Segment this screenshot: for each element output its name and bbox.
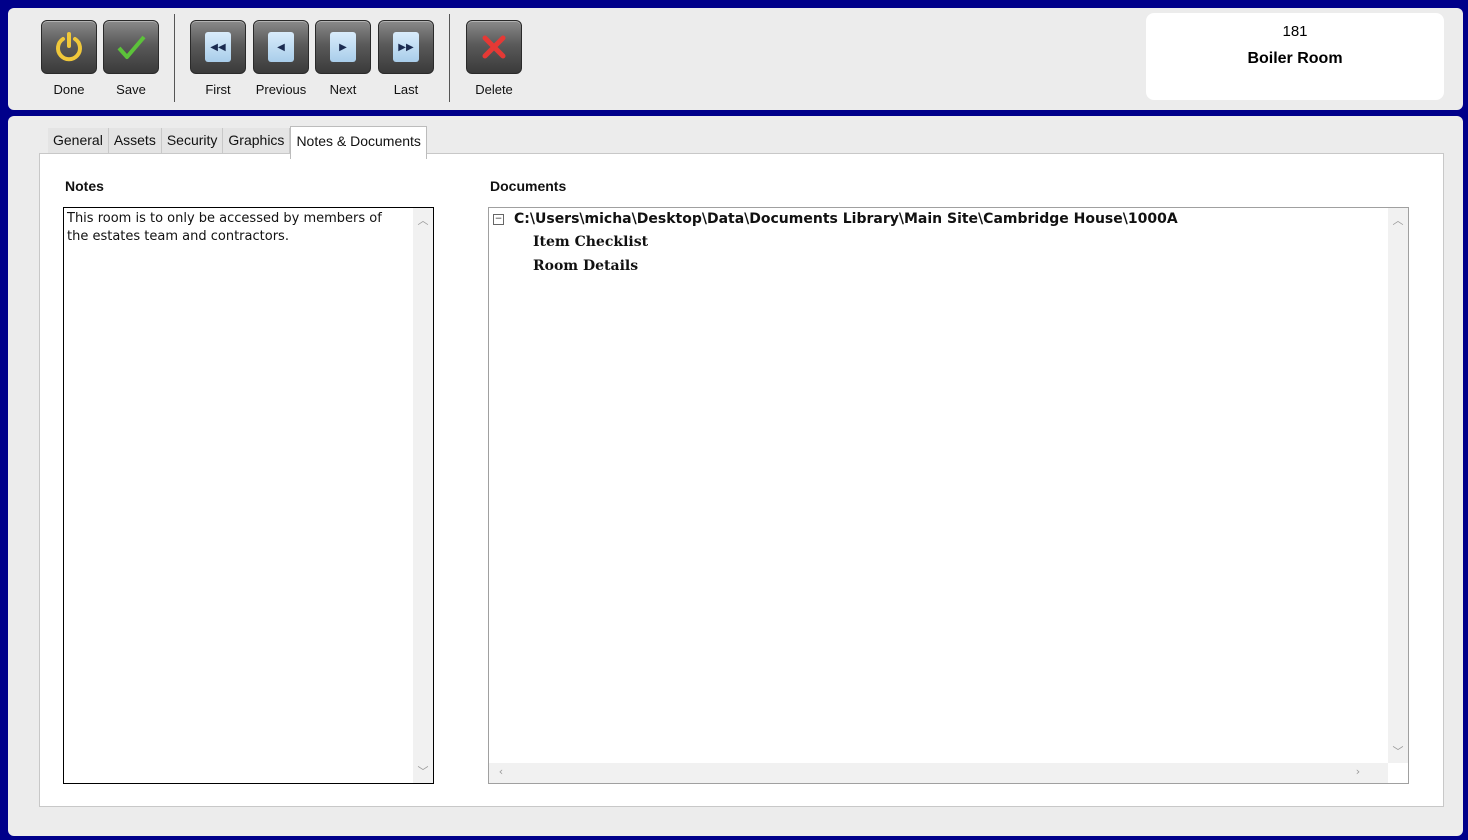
record-number: 181 — [1282, 23, 1308, 40]
tab-graphics[interactable]: Graphics — [223, 128, 291, 154]
last-record-icon: ▶▶ — [393, 32, 419, 62]
delete-label: Delete — [475, 82, 513, 97]
next-label: Next — [329, 82, 357, 97]
collapse-icon[interactable]: − — [493, 213, 504, 225]
tab-notes-documents[interactable]: Notes & Documents — [290, 126, 427, 159]
tab-general[interactable]: General — [48, 128, 109, 154]
delete-x-icon — [482, 35, 506, 59]
tab-security[interactable]: Security — [161, 128, 224, 154]
documents-horizontal-scrollbar[interactable]: ‹ › — [489, 763, 1388, 783]
scroll-right-icon[interactable]: › — [1348, 765, 1368, 778]
scroll-up-icon[interactable]: ︿ — [413, 212, 433, 228]
checkmark-icon — [117, 35, 146, 59]
toolbar-separator — [449, 14, 450, 102]
notes-scrollbar[interactable]: ︿ ﹀ — [413, 208, 433, 783]
save-button[interactable]: Save — [102, 20, 160, 97]
notes-textarea[interactable]: This room is to only be accessed by memb… — [63, 207, 434, 784]
notes-text: This room is to only be accessed by memb… — [67, 211, 382, 244]
main-panel: General Assets Security Graphics Notes &… — [8, 116, 1463, 836]
previous-button[interactable]: ◀ Previous — [252, 20, 310, 97]
scroll-down-icon[interactable]: ﹀ — [413, 763, 433, 779]
documents-label: Documents — [490, 178, 567, 194]
done-button[interactable]: Done — [40, 20, 98, 97]
first-label: First — [205, 82, 231, 97]
done-label: Done — [53, 82, 85, 97]
last-button[interactable]: ▶▶ Last — [377, 20, 435, 97]
delete-button[interactable]: Delete — [465, 20, 523, 97]
last-label: Last — [393, 82, 419, 97]
next-record-icon: ▶ — [330, 32, 356, 62]
record-name: Boiler Room — [1247, 50, 1343, 67]
first-button[interactable]: ◀◀ First — [189, 20, 247, 97]
tab-content: Notes This room is to only be accessed b… — [39, 153, 1444, 807]
first-record-icon: ◀◀ — [205, 32, 231, 62]
tree-root-path: C:\Users\micha\Desktop\Data\Documents Li… — [514, 211, 1178, 227]
scroll-down-icon[interactable]: ﹀ — [1388, 743, 1408, 759]
documents-tree[interactable]: − C:\Users\micha\Desktop\Data\Documents … — [488, 207, 1409, 784]
save-label: Save — [116, 82, 146, 97]
scroll-left-icon[interactable]: ‹ — [491, 765, 511, 778]
power-icon — [56, 32, 82, 62]
notes-label: Notes — [65, 178, 104, 194]
scroll-up-icon[interactable]: ︿ — [1388, 212, 1408, 228]
record-header: 181 Boiler Room — [1146, 13, 1444, 100]
previous-record-icon: ◀ — [268, 32, 294, 62]
tree-item-item-checklist[interactable]: Item Checklist — [533, 234, 648, 250]
tree-item-room-details[interactable]: Room Details — [533, 258, 638, 274]
toolbar-separator — [174, 14, 175, 102]
tab-assets[interactable]: Assets — [108, 128, 162, 154]
documents-vertical-scrollbar[interactable]: ︿ ﹀ — [1388, 208, 1408, 763]
previous-label: Previous — [255, 82, 307, 97]
tree-root-folder[interactable]: − C:\Users\micha\Desktop\Data\Documents … — [493, 211, 1178, 227]
next-button[interactable]: ▶ Next — [314, 20, 372, 97]
tab-bar: General Assets Security Graphics Notes &… — [48, 126, 427, 159]
